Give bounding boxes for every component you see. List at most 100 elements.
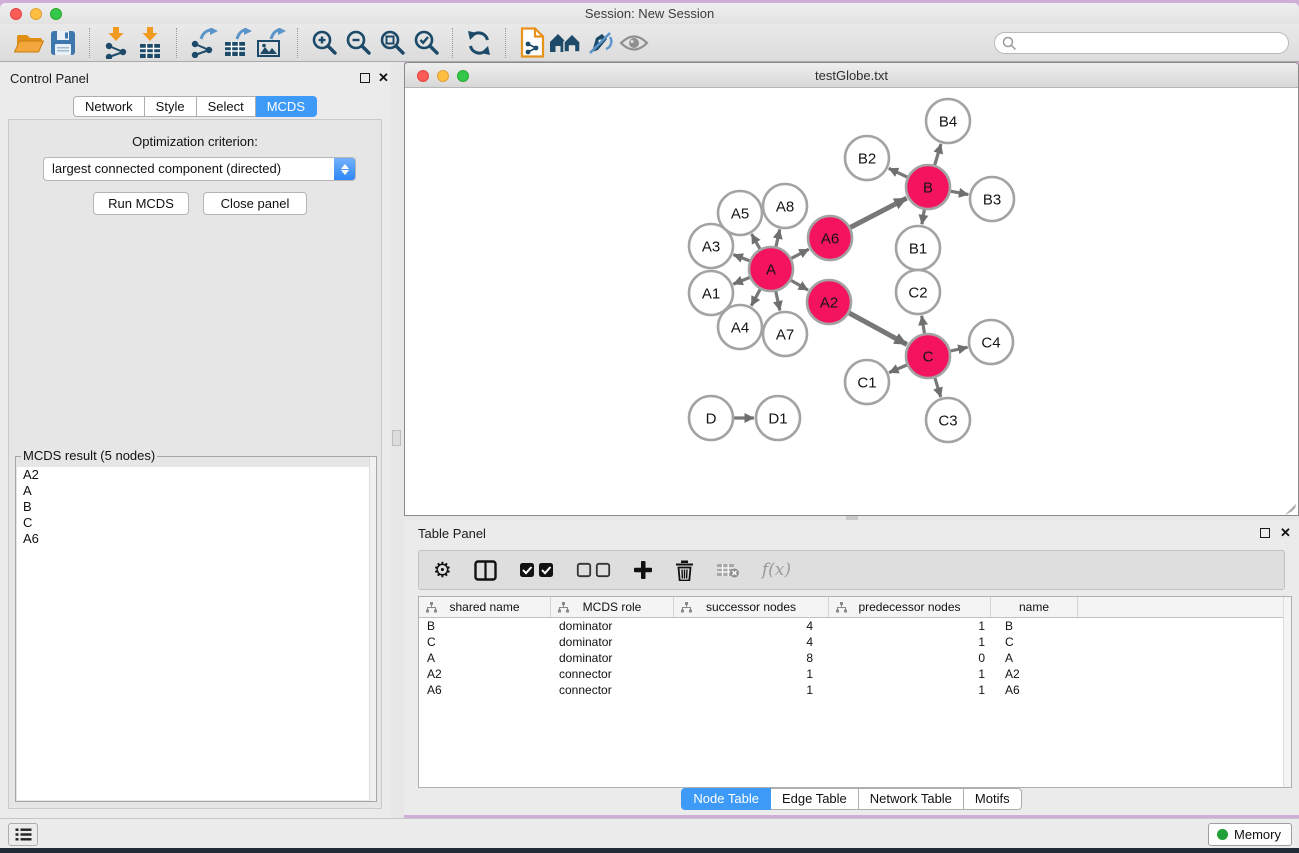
table-cell[interactable]: 0 — [829, 650, 991, 666]
splitter-handle[interactable] — [392, 430, 401, 446]
table-cell[interactable]: 8 — [674, 650, 829, 666]
table-cell[interactable]: dominator — [551, 650, 674, 666]
delete-table-button[interactable] — [716, 562, 740, 578]
search-box[interactable] — [994, 32, 1289, 54]
table-cell[interactable]: 1 — [829, 682, 991, 698]
zoom-in-button[interactable] — [307, 27, 341, 59]
edge-A6-B[interactable] — [850, 198, 906, 227]
task-history-button[interactable] — [8, 823, 38, 846]
edge-A-A4[interactable] — [751, 289, 760, 306]
export-table-button[interactable] — [220, 27, 254, 59]
result-item[interactable]: A6 — [17, 531, 375, 547]
open-session-button[interactable] — [12, 27, 46, 59]
table-cell[interactable]: C — [419, 634, 551, 650]
home-button[interactable] — [549, 27, 583, 59]
tab-network-table[interactable]: Network Table — [859, 788, 964, 810]
tab-style[interactable]: Style — [145, 96, 197, 117]
column-header-name[interactable]: name — [991, 597, 1078, 617]
optimization-criterion-dropdown[interactable]: largest connected component (directed) — [43, 157, 356, 181]
column-header-shared-name[interactable]: shared name — [419, 597, 551, 617]
table-cell[interactable]: 1 — [829, 634, 991, 650]
table-cell[interactable]: 4 — [674, 634, 829, 650]
deselect-all-columns-button[interactable] — [576, 562, 611, 578]
tab-mcds[interactable]: MCDS — [256, 96, 317, 117]
new-network-from-selection-button[interactable] — [515, 27, 549, 59]
column-header-predecessor-nodes[interactable]: predecessor nodes — [829, 597, 991, 617]
result-item[interactable]: A2 — [17, 467, 375, 483]
zoom-out-button[interactable] — [341, 27, 375, 59]
vertical-splitter[interactable] — [390, 62, 404, 818]
table-scrollbar[interactable] — [1283, 597, 1291, 787]
tab-edge-table[interactable]: Edge Table — [771, 788, 859, 810]
table-cell[interactable]: connector — [551, 682, 674, 698]
toggle-columns-button[interactable] — [474, 560, 497, 581]
table-cell[interactable]: A2 — [991, 666, 1078, 682]
table-cell[interactable]: 1 — [674, 682, 829, 698]
close-panel-icon[interactable]: ✕ — [378, 70, 389, 86]
tab-motifs[interactable]: Motifs — [964, 788, 1022, 810]
zoom-selected-button[interactable] — [409, 27, 443, 59]
run-mcds-button[interactable]: Run MCDS — [93, 192, 189, 215]
edge-A2-C[interactable] — [849, 313, 907, 345]
edge-B-B4[interactable] — [935, 144, 941, 165]
edge-C-C4[interactable] — [951, 347, 968, 351]
table-row[interactable]: Bdominator41B — [419, 618, 1291, 634]
add-column-button[interactable] — [633, 560, 653, 580]
float-panel-icon[interactable] — [360, 73, 370, 83]
column-header-successor-nodes[interactable]: successor nodes — [674, 597, 829, 617]
table-cell[interactable]: A — [419, 650, 551, 666]
fit-content-button[interactable] — [375, 27, 409, 59]
table-settings-button[interactable]: ⚙ — [433, 560, 452, 581]
edge-A-A6[interactable] — [791, 249, 808, 258]
edge-C-C1[interactable] — [889, 365, 907, 373]
table-cell[interactable]: A6 — [991, 682, 1078, 698]
edge-A-A2[interactable] — [791, 280, 808, 290]
apply-function-button[interactable]: f(x) — [762, 560, 791, 580]
memory-button[interactable]: Memory — [1208, 823, 1292, 846]
close-panel-icon[interactable]: ✕ — [1280, 525, 1291, 541]
table-cell[interactable]: 4 — [674, 618, 829, 634]
edge-C-C3[interactable] — [935, 378, 941, 397]
table-row[interactable]: A2connector11A2 — [419, 666, 1291, 682]
result-item[interactable]: B — [17, 499, 375, 515]
tab-network[interactable]: Network — [73, 96, 145, 117]
table-cell[interactable]: 1 — [829, 618, 991, 634]
import-table-button[interactable] — [133, 27, 167, 59]
column-header-MCDS-role[interactable]: MCDS role — [551, 597, 674, 617]
delete-columns-button[interactable] — [675, 560, 694, 581]
edge-B-B3[interactable] — [951, 191, 969, 194]
table-row[interactable]: Cdominator41C — [419, 634, 1291, 650]
save-session-button[interactable] — [46, 27, 80, 59]
result-item[interactable]: C — [17, 515, 375, 531]
table-cell[interactable]: connector — [551, 666, 674, 682]
search-input[interactable] — [1017, 34, 1288, 52]
select-all-columns-button[interactable] — [519, 562, 554, 578]
edge-A-A5[interactable] — [752, 234, 760, 249]
edge-C-C2[interactable] — [922, 316, 925, 334]
close-panel-button[interactable]: Close panel — [203, 192, 307, 215]
tab-node-table[interactable]: Node Table — [681, 788, 771, 810]
table-cell[interactable]: A2 — [419, 666, 551, 682]
refresh-view-button[interactable] — [462, 27, 496, 59]
import-network-button[interactable] — [99, 27, 133, 59]
edge-A-A8[interactable] — [776, 229, 780, 246]
table-cell[interactable]: 1 — [829, 666, 991, 682]
tab-select[interactable]: Select — [197, 96, 256, 117]
table-cell[interactable]: dominator — [551, 634, 674, 650]
hide-graphics-details-button[interactable] — [583, 27, 617, 59]
export-image-button[interactable] — [254, 27, 288, 59]
edge-B-B2[interactable] — [889, 168, 908, 177]
result-scrollbar[interactable] — [369, 457, 376, 801]
table-cell[interactable]: 1 — [674, 666, 829, 682]
table-cell[interactable]: dominator — [551, 618, 674, 634]
export-network-button[interactable] — [186, 27, 220, 59]
table-cell[interactable]: C — [991, 634, 1078, 650]
edge-A-A7[interactable] — [776, 292, 780, 311]
edge-A-A3[interactable] — [733, 255, 749, 261]
table-row[interactable]: A6connector11A6 — [419, 682, 1291, 698]
table-row[interactable]: Adominator80A — [419, 650, 1291, 666]
table-cell[interactable]: B — [991, 618, 1078, 634]
edge-B-B1[interactable] — [922, 210, 924, 225]
network-canvas[interactable]: AA1A2A3A4A5A6A7A8BB1B2B3B4CC1C2C3C4DD1 — [405, 88, 1298, 515]
edge-A-A1[interactable] — [733, 278, 749, 285]
